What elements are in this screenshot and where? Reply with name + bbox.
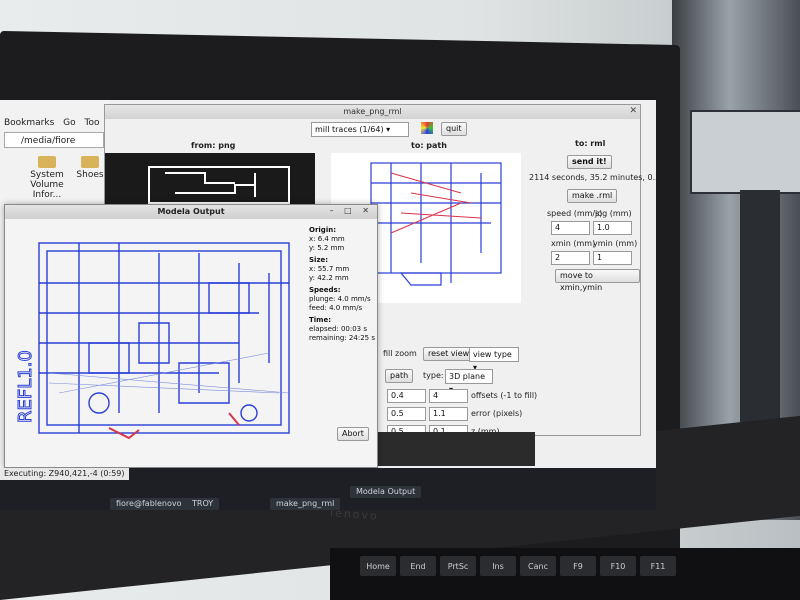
board-text: REFL1.0 [15,350,36,423]
folder-label: Shoes [76,170,104,180]
window-title: Modela Output [5,205,377,219]
folder-item[interactable]: Shoes [74,156,106,180]
origin-label: Origin: [309,226,336,234]
make-path-button[interactable]: path [385,369,414,383]
feed-speed: feed: 4.0 mm/s [309,304,363,312]
type-label: type: [423,371,444,380]
milling-machine-column [740,190,780,430]
size-y: y: 42.2 mm [309,274,349,282]
plane-select[interactable]: 3D plane ▾ [445,369,493,394]
menu-tools[interactable]: Too [85,118,100,128]
quit-button[interactable]: quit [441,122,467,136]
keyboard-key[interactable]: Canc [520,556,556,576]
menu-bookmarks[interactable]: Bookmarks [4,118,54,128]
taskbar-item[interactable]: TROY [186,498,220,510]
xmin-label: xmin (mm) [551,239,596,248]
keyboard-key[interactable]: Ins [480,556,516,576]
modela-output-window: Modela Output – □ ✕ REFL1.0 Origin: x: 6… [4,204,378,468]
zoom-label: fill zoom [383,349,417,358]
size-label: Size: [309,256,329,264]
folder-icon [81,156,99,168]
folder-item[interactable]: System Volume Infor... [24,156,70,200]
taskbar-item[interactable]: Modela Output [350,486,422,498]
keyboard-key[interactable]: End [400,556,436,576]
to-path-label: to: path [411,141,447,150]
close-icon[interactable]: ✕ [629,106,637,116]
palette-icon[interactable] [421,122,433,134]
path-bar[interactable]: /media/fiore [4,132,104,148]
file-manager-menu: Bookmarks Go Too [4,118,106,128]
taskbar-item[interactable]: fiore@fablenovo [110,498,188,510]
remaining-time: remaining: 24:25 s [309,334,375,342]
key-row: Home End PrtSc Ins Canc F9 F10 F11 [360,556,676,576]
speeds-label: Speeds: [309,286,341,294]
from-png-label: from: png [191,141,236,150]
keyboard-key[interactable]: F9 [560,556,596,576]
window-title: make_png_rml [105,105,640,119]
error-input[interactable]: 1.1 [429,407,468,421]
offsets-label: offsets (-1 to fill) [471,391,538,400]
process-select[interactable]: mill traces (1/64) ▾ [311,122,409,137]
status-bar: Executing: Z940,421,-4 (0:59) [0,468,129,480]
reset-view-button[interactable]: reset view [423,347,475,361]
laptop-screen: Bookmarks Go Too /media/fiore System Vol… [0,100,656,510]
offsets-input[interactable]: 4 [429,389,468,403]
chevron-down-icon: ▾ [386,125,391,134]
origin-x: x: 6.4 mm [309,235,345,243]
error-label: error (pixels) [471,409,523,418]
keyboard-key[interactable]: PrtSc [440,556,476,576]
size-x: x: 55.7 mm [309,265,350,273]
keyboard-key[interactable]: Home [360,556,396,576]
time-estimate: 2114 seconds, 35.2 minutes, 0.59 hours [529,173,656,182]
menu-go[interactable]: Go [63,118,75,128]
param-input[interactable]: 0.4 [387,389,426,403]
keyboard-key[interactable]: F11 [640,556,676,576]
to-rml-label: to: rml [575,139,606,148]
jog-input[interactable]: 1.0 [593,221,632,235]
plane-select-value: 3D plane [449,372,485,381]
jog-label: jog (mm) [595,209,632,218]
origin-y: y: 5.2 mm [309,244,345,252]
make-rml-button[interactable]: make .rml [567,189,618,203]
elapsed-time: elapsed: 00:03 s [309,325,368,333]
folder-icon [38,156,56,168]
abort-button[interactable]: Abort [337,427,369,441]
view-type-select[interactable]: view type ▾ [469,347,519,372]
keyboard-key[interactable]: F10 [600,556,636,576]
view-type-value: view type [473,350,512,359]
ymin-input[interactable]: 1 [593,251,632,265]
process-select-value: mill traces (1/64) [315,125,384,134]
taskbar-item[interactable]: make_png_rml [270,498,341,510]
time-label: Time: [309,316,332,324]
modela-info: Origin: x: 6.4 mm y: 5.2 mm Size: x: 55.… [309,223,375,343]
board-toolpath: REFL1.0 [15,242,290,440]
speed-input[interactable]: 4 [551,221,590,235]
move-to-origin-button[interactable]: move to xmin,ymin [555,269,640,292]
folder-label: System Volume Infor... [30,170,64,200]
send-button[interactable]: send it! [567,155,612,169]
ymin-label: ymin (mm) [593,239,638,248]
param-input[interactable]: 0.5 [387,407,426,421]
xmin-input[interactable]: 2 [551,251,590,265]
plunge-speed: plunge: 4.0 mm/s [309,295,371,303]
window-controls[interactable]: – □ ✕ [330,206,373,215]
milling-machine-head [690,110,800,194]
